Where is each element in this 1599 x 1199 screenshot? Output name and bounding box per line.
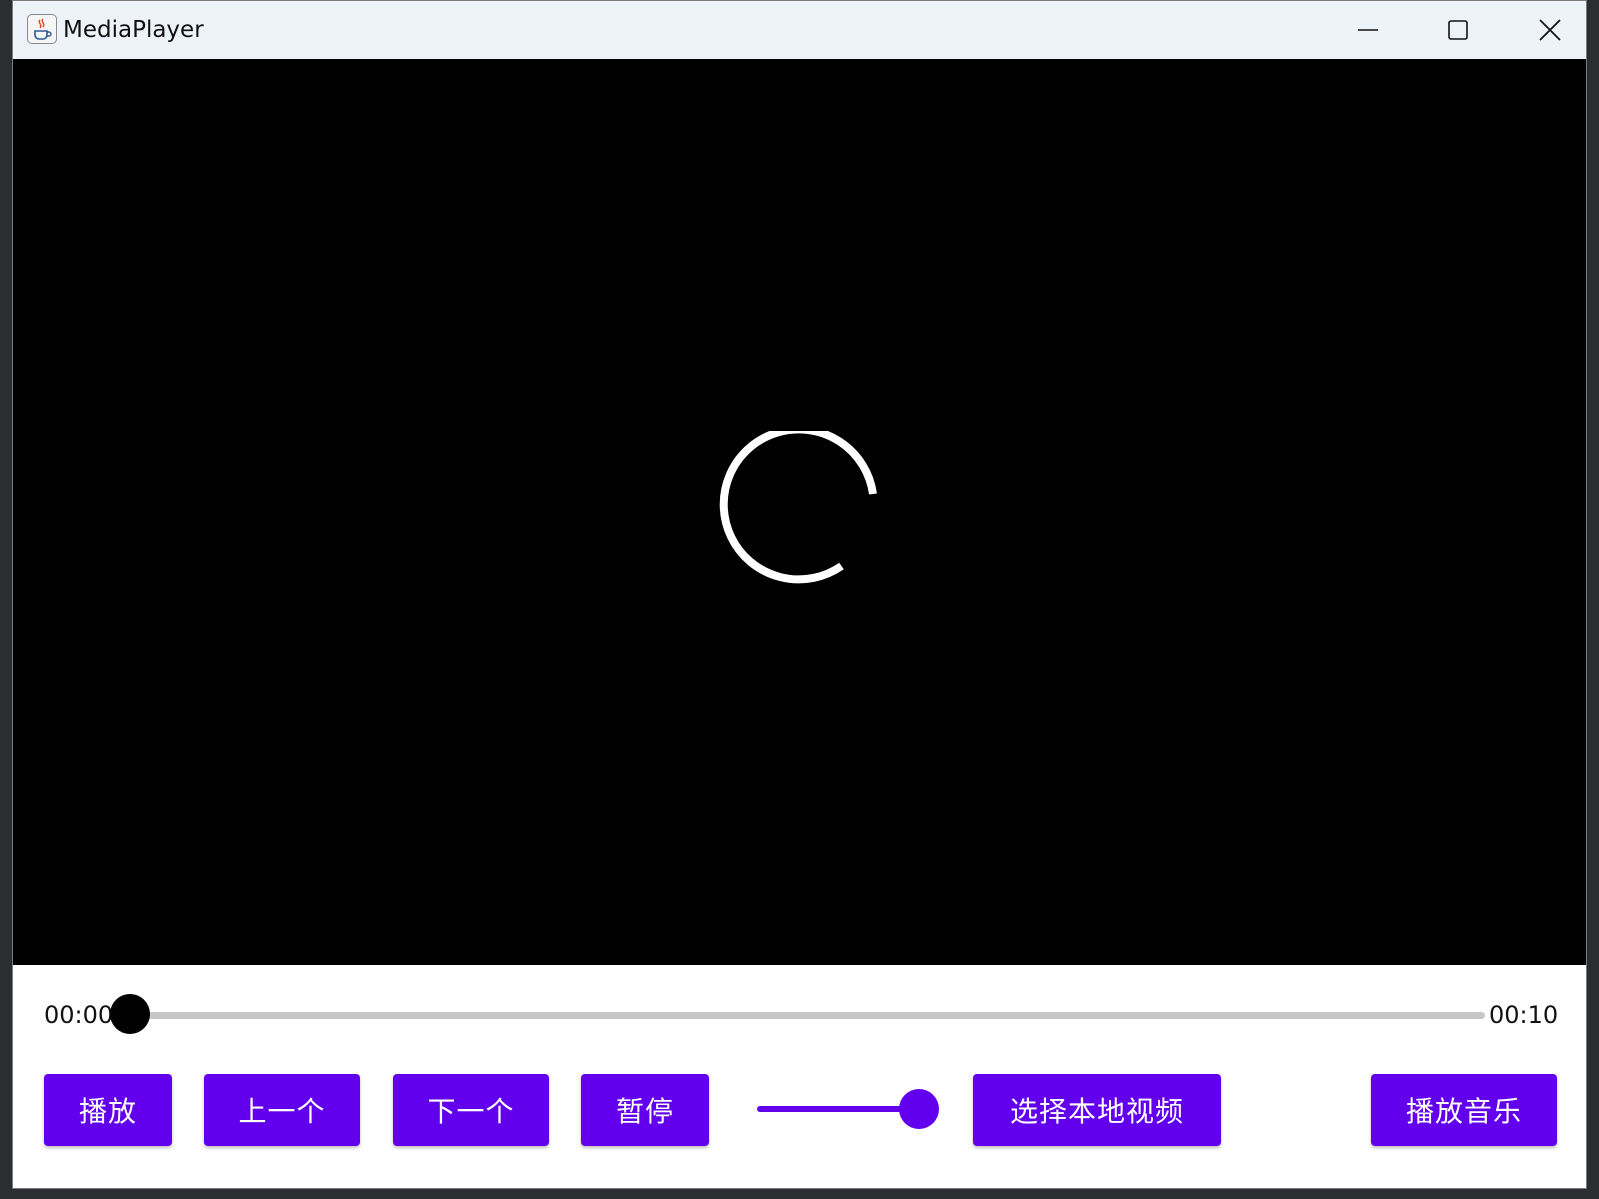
window-title: MediaPlayer bbox=[63, 17, 204, 43]
maximize-button[interactable] bbox=[1413, 1, 1503, 59]
volume-slider-thumb[interactable] bbox=[899, 1089, 939, 1129]
close-button[interactable] bbox=[1505, 1, 1586, 59]
maximize-icon bbox=[1448, 20, 1468, 40]
next-button[interactable]: 下一个 bbox=[393, 1074, 549, 1146]
previous-button[interactable]: 上一个 bbox=[204, 1074, 360, 1146]
current-time-label: 00:00 bbox=[44, 1001, 114, 1029]
controls-panel: 00:00 00:10 播放 上一个 下一个 暂停 选择本地视频 播放音乐 bbox=[13, 965, 1586, 1188]
title-bar[interactable]: MediaPlayer bbox=[13, 1, 1586, 59]
video-display[interactable] bbox=[13, 59, 1586, 965]
java-cup-icon bbox=[27, 14, 57, 44]
minimize-button[interactable] bbox=[1323, 1, 1413, 59]
volume-slider-track[interactable] bbox=[757, 1106, 917, 1112]
minimize-icon bbox=[1358, 29, 1378, 31]
close-icon bbox=[1539, 19, 1561, 41]
play-button[interactable]: 播放 bbox=[44, 1074, 172, 1146]
media-player-window: MediaPlayer 00:00 00:10 播放 上一个 下一个 暂停 选择… bbox=[12, 0, 1587, 1189]
loading-spinner-icon bbox=[719, 431, 877, 584]
seek-slider-track[interactable] bbox=[133, 1012, 1485, 1019]
select-local-video-button[interactable]: 选择本地视频 bbox=[973, 1074, 1221, 1146]
total-time-label: 00:10 bbox=[1489, 1001, 1559, 1029]
play-music-button[interactable]: 播放音乐 bbox=[1371, 1074, 1557, 1146]
pause-button[interactable]: 暂停 bbox=[581, 1074, 709, 1146]
seek-slider-thumb[interactable] bbox=[110, 994, 150, 1034]
